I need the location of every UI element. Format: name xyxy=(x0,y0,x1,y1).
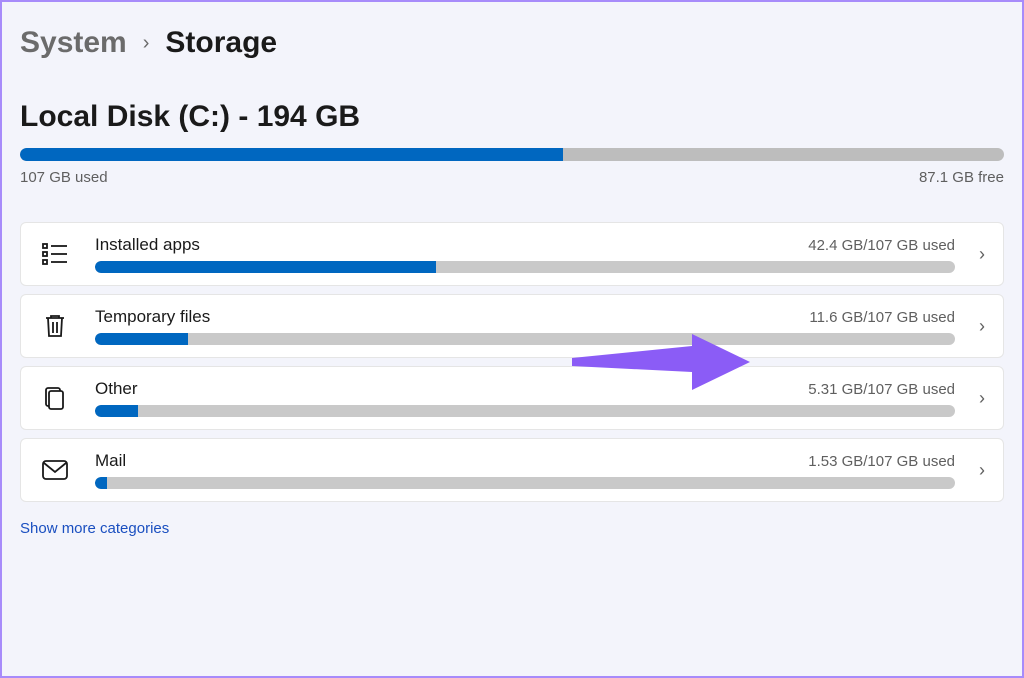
folder-icon xyxy=(35,386,75,410)
list-icon xyxy=(35,243,75,265)
category-label: Temporary files xyxy=(95,307,210,327)
category-bar-fill xyxy=(95,261,436,273)
category-label: Other xyxy=(95,379,138,399)
disk-usage-bar-fill xyxy=(20,148,563,161)
category-usage: 42.4 GB/107 GB used xyxy=(808,237,955,254)
category-bar xyxy=(95,477,955,489)
chevron-right-icon: › xyxy=(979,244,985,265)
disk-info: 107 GB used 87.1 GB free xyxy=(20,169,1004,186)
category-usage: 11.6 GB/107 GB used xyxy=(809,309,955,326)
trash-icon xyxy=(35,313,75,339)
category-bar xyxy=(95,333,955,345)
disk-usage-bar xyxy=(20,148,1004,161)
chevron-right-icon: › xyxy=(979,316,985,337)
category-bar-fill xyxy=(95,405,138,417)
category-other[interactable]: Other 5.31 GB/107 GB used › xyxy=(20,366,1004,430)
chevron-right-icon: › xyxy=(979,460,985,481)
chevron-right-icon: › xyxy=(979,388,985,409)
category-label: Installed apps xyxy=(95,235,200,255)
category-bar xyxy=(95,405,955,417)
chevron-right-icon: › xyxy=(143,32,150,55)
category-mail[interactable]: Mail 1.53 GB/107 GB used › xyxy=(20,438,1004,502)
show-more-categories-link[interactable]: Show more categories xyxy=(20,520,169,537)
disk-free-label: 87.1 GB free xyxy=(919,169,1004,186)
category-bar xyxy=(95,261,955,273)
category-label: Mail xyxy=(95,451,126,471)
breadcrumb-parent[interactable]: System xyxy=(20,26,127,60)
category-usage: 1.53 GB/107 GB used xyxy=(808,453,955,470)
disk-title: Local Disk (C:) - 194 GB xyxy=(20,100,1004,134)
storage-categories: Installed apps 42.4 GB/107 GB used › Tem… xyxy=(20,222,1004,502)
breadcrumb-current: Storage xyxy=(165,26,277,60)
category-bar-fill xyxy=(95,333,188,345)
disk-used-label: 107 GB used xyxy=(20,169,108,186)
category-usage: 5.31 GB/107 GB used xyxy=(808,381,955,398)
category-bar-fill xyxy=(95,477,107,489)
breadcrumb: System › Storage xyxy=(20,26,1004,60)
category-installed-apps[interactable]: Installed apps 42.4 GB/107 GB used › xyxy=(20,222,1004,286)
mail-icon xyxy=(35,460,75,480)
category-temporary-files[interactable]: Temporary files 11.6 GB/107 GB used › xyxy=(20,294,1004,358)
